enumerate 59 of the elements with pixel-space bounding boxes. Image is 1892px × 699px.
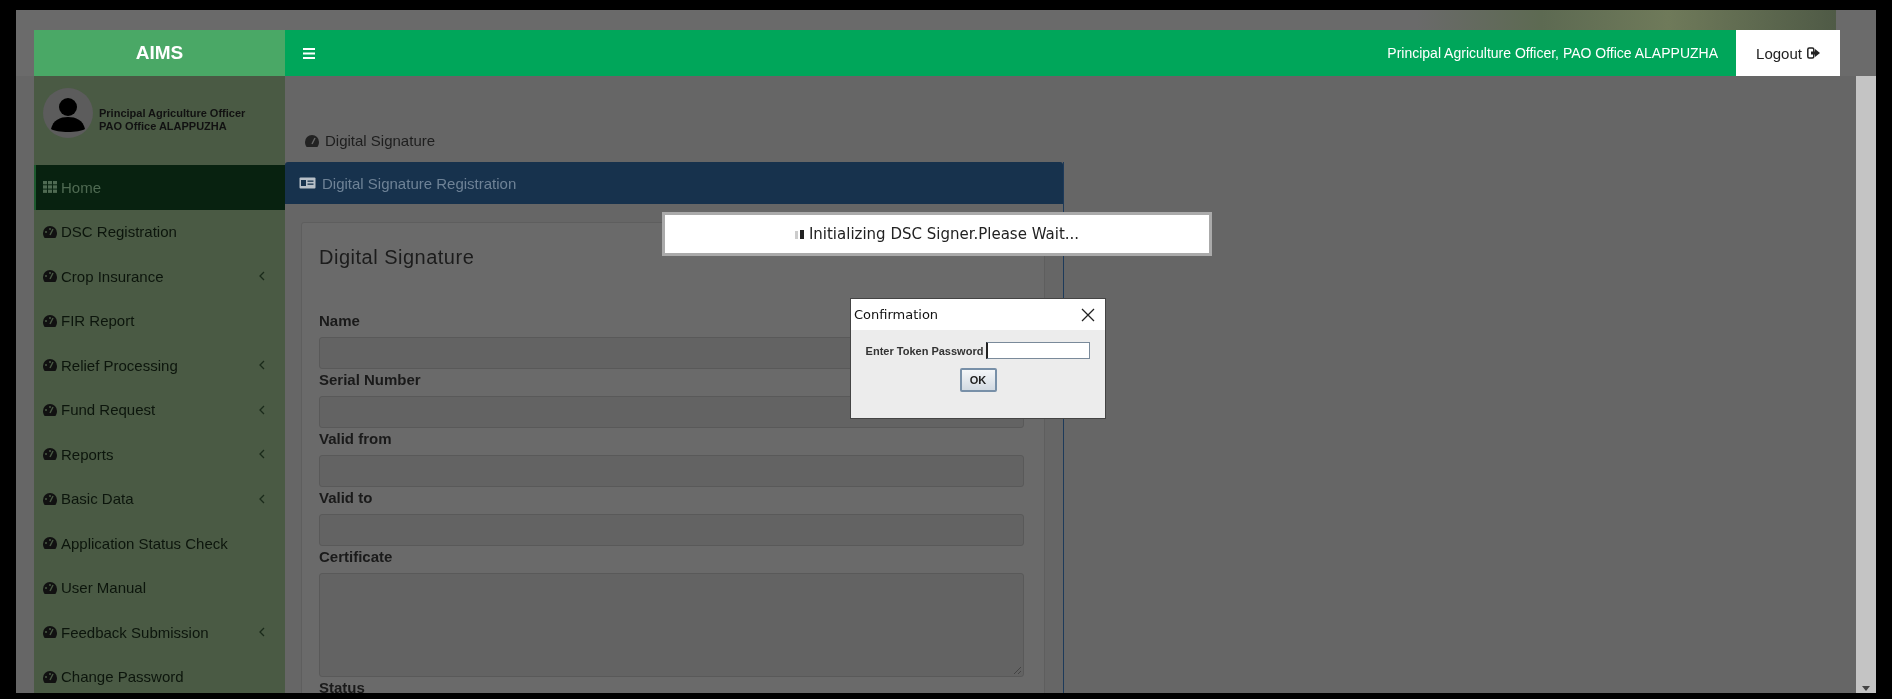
resize-grip-icon [1013,666,1021,674]
gauge-icon [43,225,57,238]
profile-office: PAO Office ALAPPUZHA [99,119,228,133]
sidebar-item[interactable]: Feedback Submission [34,610,285,655]
user-name: Principal Agriculture Officer, PAO Office ALAPPUZHA [1387,45,1718,61]
sidebar-item[interactable]: Relief Processing [34,343,285,388]
sidebar-item[interactable]: User Manual [34,565,285,610]
sidebar-item[interactable]: Fund Request [34,387,285,432]
chevron-icon [259,271,265,282]
gauge-icon [43,581,57,594]
chevron-icon [259,404,265,415]
id-card-icon [299,177,316,189]
dialog-title: Confirmation [854,307,939,322]
logout-icon [1806,47,1820,59]
sidebar-item[interactable]: Crop Insurance [34,254,285,299]
field-label: Valid to [319,489,373,507]
spinner-icon [794,229,804,239]
field-label: Status [319,679,365,693]
sidebar-item[interactable]: FIR Report [34,298,285,343]
sidebar-item[interactable]: Reports [34,432,285,477]
gauge-icon [43,492,57,505]
profile-name: Principal Agriculture Officer [99,106,246,120]
chevron-icon [259,493,265,504]
scrollbar[interactable] [1856,76,1876,693]
password-field[interactable] [986,342,1091,359]
scroll-down-icon[interactable] [1862,686,1870,691]
logout-button[interactable]: Logout [1736,30,1840,76]
chevron-icon [259,627,265,638]
notice-text: Initializing DSC Signer.Please Wait... [808,225,1080,243]
gauge-icon [43,670,57,683]
breadcrumb-text: Digital Signature [325,132,436,149]
gauge-icon [43,270,57,283]
gauge-icon [305,134,319,147]
sidebar-item[interactable]: Home [34,165,285,210]
avatar-silhouette [43,87,93,138]
menu-icon[interactable] [303,47,315,59]
chevron-icon [259,449,265,460]
gauge-icon [43,314,57,327]
brand-logo[interactable]: AIMS [34,30,285,76]
chevron-icon [259,360,265,371]
field-label: Name [319,312,360,330]
gauge-icon [43,403,57,416]
grid-icon [43,181,57,194]
gauge-icon [43,537,57,550]
field-label: Valid from [319,430,392,448]
ok-button[interactable]: OK [959,368,997,392]
field-label: Certificate [319,548,393,566]
sidebar-item[interactable]: Basic Data [34,476,285,521]
field-label: Serial Number [319,371,421,389]
form-title: Digital Signature [319,245,476,269]
field-label: Enter Token Password [865,344,984,357]
sidebar-item[interactable]: DSC Registration [34,209,285,254]
gauge-icon [43,359,57,372]
panel-title: Digital Signature Registration [322,174,517,192]
sidebar-item[interactable]: Application Status Check [34,521,285,566]
sidebar-item[interactable]: Change Password [34,654,285,693]
gauge-icon [43,626,57,639]
close-icon[interactable] [1081,307,1095,322]
gauge-icon [43,448,57,461]
